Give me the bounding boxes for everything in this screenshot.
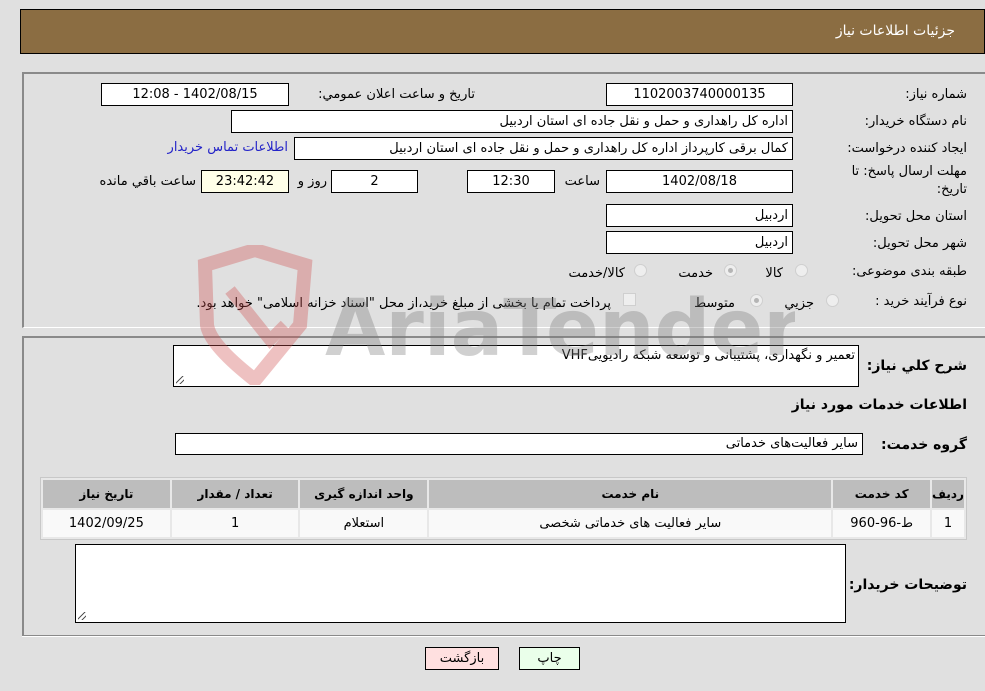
- cell-unit: استعلام: [300, 510, 428, 537]
- category-radio-goods-service[interactable]: [634, 264, 647, 277]
- services-table: ردیف کد خدمت نام خدمت واحد اندازه گیری ت…: [40, 477, 967, 540]
- description-text: تعمیر و نگهداری، پشتیبانی و توسعه شبکه ر…: [561, 348, 855, 363]
- category-radio-goods[interactable]: [795, 264, 808, 277]
- purchase-radio-minor[interactable]: [826, 294, 839, 307]
- treasury-checkbox[interactable]: [623, 293, 636, 306]
- purchase-radio-medium[interactable]: [750, 294, 763, 307]
- need-number-label: شماره نیاز:: [905, 87, 967, 102]
- cell-service-name: سایر فعالیت های خدماتی شخصی: [429, 510, 832, 537]
- requester-field: کمال برقی کارپرداز اداره کل راهداری و حم…: [294, 137, 793, 160]
- purchase-option-minor: جزيي: [784, 296, 814, 311]
- resize-handle-icon[interactable]: [176, 376, 184, 384]
- category-label: طبقه بندی موضوعی:: [851, 264, 967, 279]
- deadline-label-2: تاریخ:: [936, 182, 967, 197]
- resize-handle-icon[interactable]: [78, 612, 86, 620]
- buyer-notes-label: توضیحات خریدار:: [848, 577, 967, 593]
- delivery-city-field: اردبیل: [606, 231, 793, 254]
- page-header: جزئيات اطلاعات نیاز: [20, 9, 985, 54]
- col-header-row-num: ردیف: [931, 480, 964, 508]
- cell-row-num: 1: [931, 510, 964, 537]
- buyer-notes-textarea[interactable]: [75, 544, 846, 623]
- category-option-service: خدمت: [678, 266, 713, 281]
- cell-quantity: 1: [171, 510, 299, 537]
- category-option-goods: کالا: [765, 266, 783, 281]
- deadline-time-field: 12:30: [467, 170, 555, 193]
- table-header-row: ردیف کد خدمت نام خدمت واحد اندازه گیری ت…: [43, 480, 964, 508]
- back-button[interactable]: بازگشت: [425, 647, 499, 670]
- description-textarea[interactable]: تعمیر و نگهداری، پشتیبانی و توسعه شبکه ر…: [173, 345, 859, 387]
- page-title: جزئيات اطلاعات نیاز: [835, 23, 955, 39]
- deadline-label: مهلت ارسال پاسخ: تا: [851, 164, 967, 179]
- col-header-need-date: تاریخ نیاز: [43, 480, 170, 508]
- treasury-note: پرداخت تمام یا بخشی از مبلغ خرید،از محل …: [196, 296, 611, 311]
- buyer-contact-link[interactable]: اطلاعات تماس خریدار: [168, 140, 288, 155]
- deadline-date-field: 1402/08/18: [606, 170, 793, 193]
- col-header-service-name: نام خدمت: [429, 480, 832, 508]
- need-number-field: 1102003740000135: [606, 83, 793, 106]
- category-radio-service[interactable]: [724, 264, 737, 277]
- deadline-time-label: ساعت: [564, 174, 600, 189]
- description-label: شرح کلي نیاز:: [866, 358, 967, 374]
- delivery-province-label: استان محل تحویل:: [865, 209, 967, 224]
- category-option-goods-service: کالا/خدمت: [568, 266, 625, 281]
- cell-service-code: ط-96-960: [833, 510, 930, 537]
- announce-datetime-field: 1402/08/15 - 12:08: [101, 83, 289, 106]
- announce-datetime-label: تاریخ و ساعت اعلان عمومي:: [318, 87, 475, 102]
- buyer-org-label: نام دستگاه خریدار:: [864, 114, 967, 129]
- col-header-unit: واحد اندازه گیری: [300, 480, 428, 508]
- purchase-option-medium: متوسط: [694, 296, 735, 311]
- delivery-city-label: شهر محل تحویل:: [872, 236, 967, 251]
- services-heading: اطلاعات خدمات مورد نیاز: [791, 397, 967, 413]
- buyer-org-field: اداره کل راهداری و حمل و نقل جاده ای است…: [231, 110, 793, 133]
- days-label: روز و: [297, 174, 327, 189]
- remaining-days-field: 2: [331, 170, 418, 193]
- service-group-field: سایر فعالیت‌های خدماتی: [175, 433, 863, 455]
- table-row: 1 ط-96-960 سایر فعالیت های خدماتی شخصی ا…: [43, 510, 964, 537]
- delivery-province-field: اردبیل: [606, 204, 793, 227]
- purchase-type-label: نوع فرآیند خرید :: [875, 294, 967, 309]
- col-header-quantity: تعداد / مقدار: [171, 480, 299, 508]
- col-header-service-code: کد خدمت: [833, 480, 930, 508]
- requester-label: ایجاد کننده درخواست:: [847, 141, 967, 156]
- remaining-time-label: ساعت باقي مانده: [99, 174, 196, 189]
- print-button[interactable]: چاپ: [519, 647, 580, 670]
- remaining-time-field: 23:42:42: [201, 170, 289, 193]
- cell-need-date: 1402/09/25: [43, 510, 170, 537]
- divider: [22, 635, 985, 637]
- service-group-label: گروه خدمت:: [881, 437, 967, 453]
